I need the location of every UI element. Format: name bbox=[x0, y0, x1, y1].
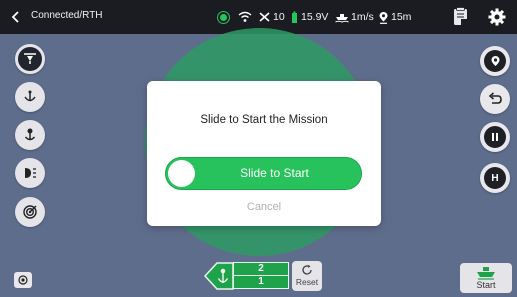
satellite-icon bbox=[259, 12, 270, 22]
start-label: Start bbox=[476, 280, 496, 290]
download-icon bbox=[24, 53, 36, 64]
location-button[interactable] bbox=[480, 46, 510, 76]
waypoint-top-value: 2 bbox=[234, 263, 288, 276]
reset-icon bbox=[302, 264, 312, 275]
target-icon bbox=[18, 275, 28, 285]
locate-button[interactable] bbox=[14, 272, 32, 288]
start-button[interactable]: Start bbox=[460, 263, 512, 293]
anchor-arc-icon bbox=[24, 90, 36, 102]
cancel-button[interactable]: Cancel bbox=[147, 201, 381, 213]
back-icon[interactable] bbox=[9, 9, 23, 25]
reset-label: Reset bbox=[295, 277, 319, 287]
connection-status: Connected/RTH bbox=[31, 10, 103, 21]
home-letter: H bbox=[491, 172, 499, 184]
satellite-count: 10 bbox=[258, 8, 285, 26]
slider-label: Slide to Start bbox=[240, 166, 309, 180]
boat-speed-icon bbox=[335, 13, 349, 23]
wifi-icon bbox=[238, 8, 252, 26]
waypoint-counter[interactable]: 2 1 bbox=[233, 262, 289, 289]
download-mission-button[interactable] bbox=[15, 44, 45, 74]
anchor-icon bbox=[24, 128, 36, 141]
return-icon bbox=[488, 92, 502, 104]
voltage-value: 15.9V bbox=[301, 11, 329, 23]
home-button[interactable]: H bbox=[480, 163, 510, 193]
gear-icon[interactable] bbox=[486, 6, 508, 28]
waypoint-anchor-icon[interactable] bbox=[204, 262, 234, 290]
speed-value: 1m/s bbox=[351, 11, 374, 23]
boat-icon bbox=[477, 267, 495, 280]
slide-to-start-slider[interactable]: Slide to Start bbox=[165, 157, 362, 190]
dialog-title: Slide to Start the Mission bbox=[200, 114, 328, 126]
anchor-button[interactable] bbox=[15, 120, 45, 150]
light-button[interactable] bbox=[15, 158, 45, 188]
radar-button[interactable] bbox=[15, 197, 45, 227]
pause-button[interactable] bbox=[480, 122, 510, 152]
speed-readout: 1m/s bbox=[335, 8, 374, 26]
location-pin-icon bbox=[379, 11, 388, 24]
log-icon[interactable] bbox=[450, 6, 472, 28]
location-pin-icon bbox=[491, 55, 499, 66]
anchor-arc-button[interactable] bbox=[15, 82, 45, 112]
return-button[interactable] bbox=[480, 84, 510, 114]
waypoint-bottom-value: 1 bbox=[258, 276, 264, 287]
start-mission-dialog: Slide to Start the Mission Slide to Star… bbox=[147, 81, 381, 226]
altitude-value: 15m bbox=[391, 11, 412, 23]
radar-icon bbox=[23, 205, 37, 219]
light-icon bbox=[25, 168, 36, 178]
connection-dot-icon bbox=[218, 8, 229, 26]
battery-voltage: 15.9V bbox=[291, 8, 328, 26]
battery-icon bbox=[292, 11, 297, 23]
altitude-readout: 15m bbox=[378, 8, 411, 26]
pause-icon bbox=[492, 133, 498, 141]
satellite-value: 10 bbox=[273, 11, 285, 23]
home-icon: H bbox=[484, 167, 506, 189]
reset-button[interactable]: Reset bbox=[292, 261, 322, 291]
